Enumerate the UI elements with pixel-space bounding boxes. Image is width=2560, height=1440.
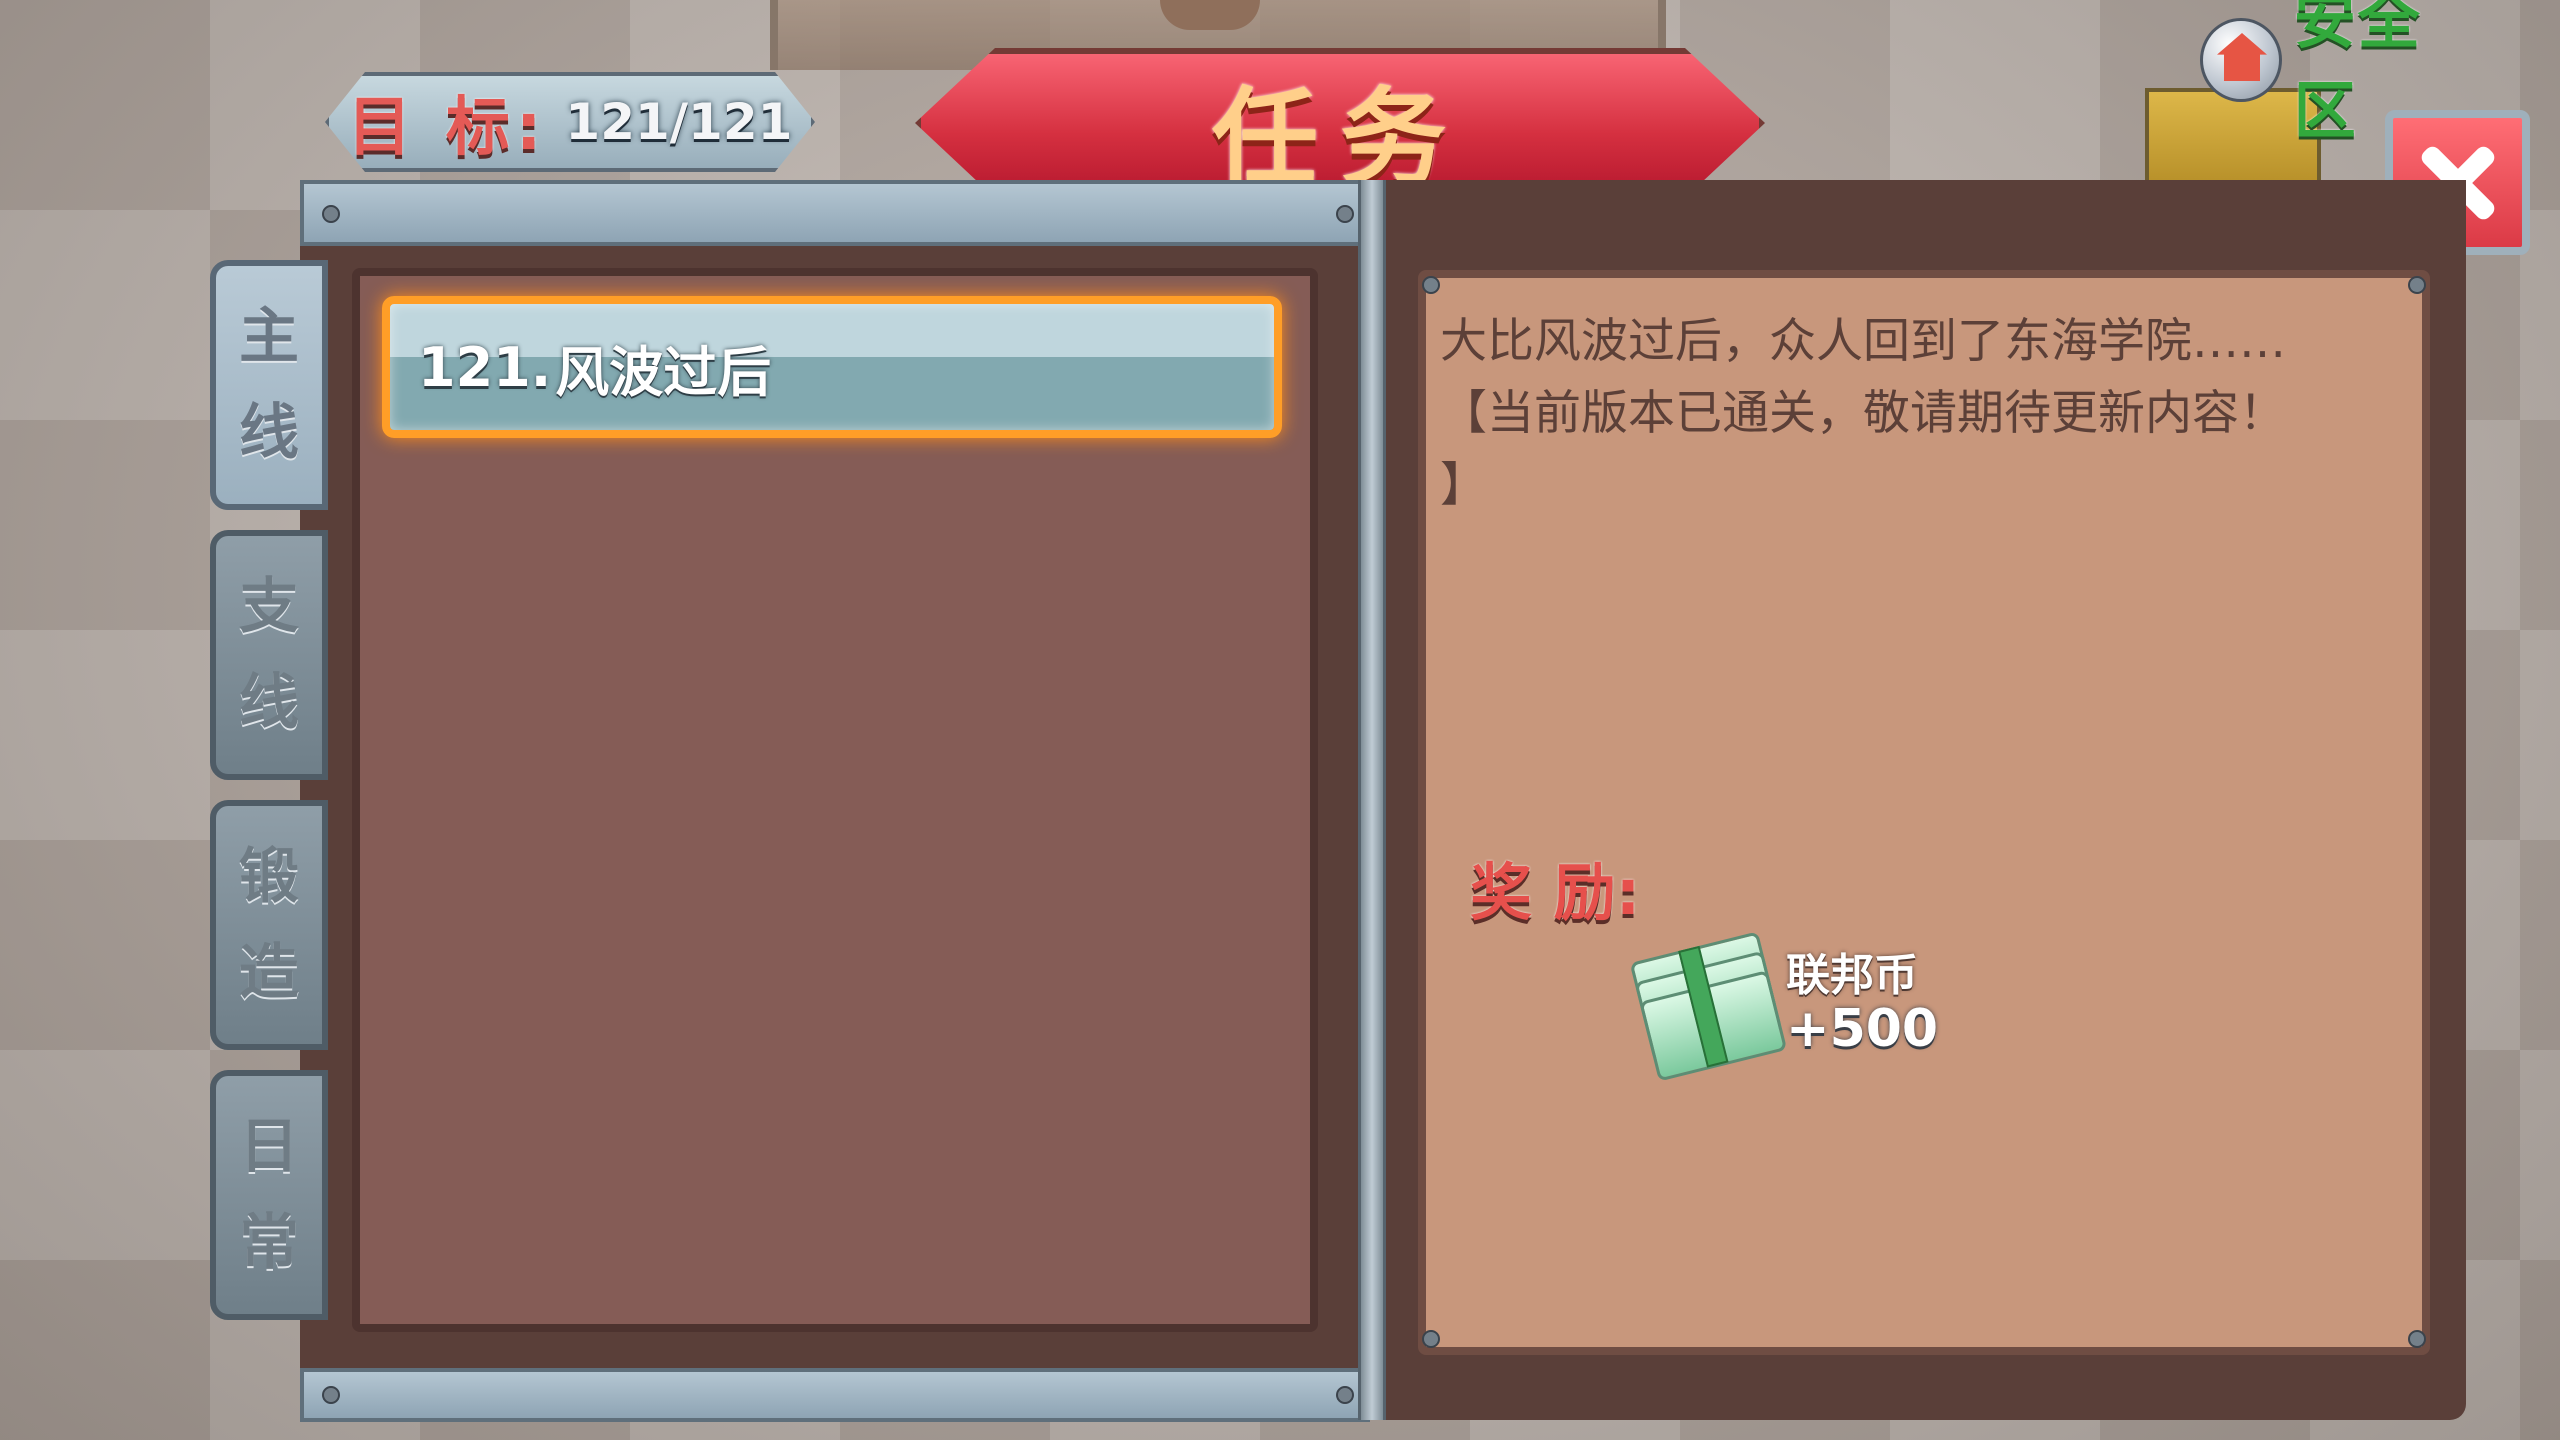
tab-main-quest-char-1: 主 xyxy=(239,302,299,372)
bolt-6 xyxy=(2408,276,2426,294)
bolt-1 xyxy=(322,205,340,223)
left-bottom-bar xyxy=(300,1368,1370,1422)
bolt-2 xyxy=(1336,205,1354,223)
quest-title: 风波过后 xyxy=(555,340,772,404)
reward-label: 奖 励: xyxy=(1470,856,1641,929)
objective-label: 目 标: xyxy=(347,91,548,165)
reward-text: 联邦币 +500 xyxy=(1786,950,1939,1059)
home-icon xyxy=(2200,18,2282,102)
quest-description: 大比风波过后，众人回到了东海学院…… 【当前版本已通关，敬请期待更新内容！ 】 xyxy=(1440,314,2286,513)
objective-plate: 目 标: 121/121 xyxy=(325,72,815,172)
top-ornament-center xyxy=(1160,0,1260,30)
bolt-3 xyxy=(322,1386,340,1404)
cash-stack-icon xyxy=(1624,931,1788,1082)
objective-value: 121/121 xyxy=(565,93,793,151)
tab-forge-char-2: 造 xyxy=(239,938,299,1008)
safe-zone-indicator: 安全区 xyxy=(2200,0,2480,147)
left-top-bar xyxy=(300,180,1370,246)
tab-forge[interactable]: 锻 造 xyxy=(210,800,328,1050)
tab-main-quest[interactable]: 主 线 xyxy=(210,260,328,510)
reward-name: 联邦币 xyxy=(1786,950,1918,1002)
tab-side-quest-char-1: 支 xyxy=(239,572,299,642)
reward-item: 联邦币 +500 xyxy=(1629,930,1976,1082)
tab-daily-char-2: 常 xyxy=(239,1208,299,1278)
tab-side-quest-char-2: 线 xyxy=(239,668,299,738)
bolt-4 xyxy=(1336,1386,1354,1404)
quest-list-item-selected[interactable]: 121. 风波过后 xyxy=(382,296,1282,438)
tab-main-quest-char-2: 线 xyxy=(239,398,299,468)
tab-forge-char-1: 锻 xyxy=(239,842,299,912)
bolt-7 xyxy=(1422,1330,1440,1348)
tab-daily[interactable]: 日 常 xyxy=(210,1070,328,1320)
bolt-8 xyxy=(2408,1330,2426,1348)
center-divider xyxy=(1358,180,1386,1420)
tab-side-quest[interactable]: 支 线 xyxy=(210,530,328,780)
reward-amount: +500 xyxy=(1786,998,1939,1059)
right-frame-cap xyxy=(1380,180,2466,250)
bolt-5 xyxy=(1422,276,1440,294)
quest-number: 121. xyxy=(418,335,552,399)
tab-daily-char-1: 日 xyxy=(239,1112,299,1182)
